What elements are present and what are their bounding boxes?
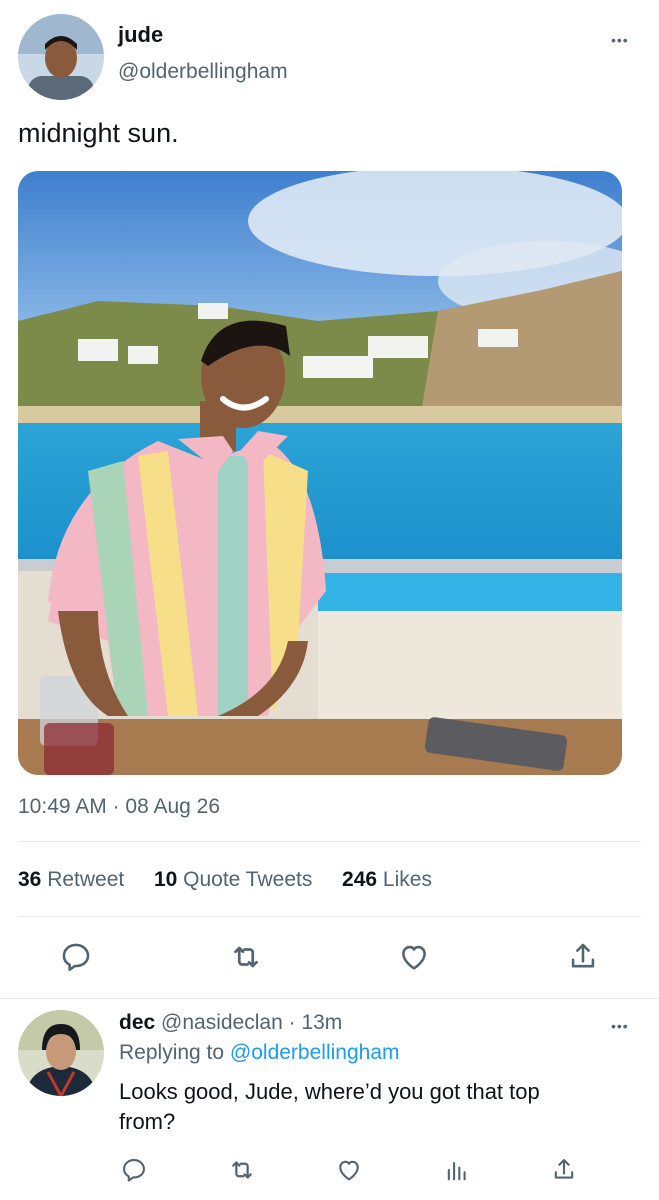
reply-time[interactable]: 13m: [301, 1011, 342, 1034]
reply-text-line: from?: [119, 1109, 176, 1134]
quotes-label: Quote Tweets: [183, 868, 313, 891]
tweet-photo[interactable]: [18, 171, 622, 775]
meta-separator: ·: [112, 795, 120, 818]
replying-to-handle[interactable]: @olderbellingham: [230, 1041, 400, 1064]
author-avatar[interactable]: [18, 14, 104, 100]
reply-author-avatar[interactable]: [18, 1010, 104, 1096]
tweet-text: midnight sun.: [18, 118, 179, 148]
divider: [18, 841, 641, 842]
tweet-date: 08 Aug 26: [125, 795, 221, 818]
likes-stat[interactable]: 246 Likes: [342, 868, 432, 891]
reply-text-line: Looks good, Jude, where’d you got that t…: [119, 1079, 540, 1104]
share-icon[interactable]: [542, 1148, 586, 1192]
share-icon[interactable]: [561, 935, 605, 979]
meta-separator: ·: [288, 1011, 296, 1034]
quotes-count: 10: [153, 868, 178, 891]
retweets-label: Retweet: [47, 868, 125, 891]
likes-count: 246: [342, 868, 378, 891]
tweet-timestamp[interactable]: 10:49 AM · 08 Aug 26: [18, 795, 220, 819]
tweet-stats: 36 Retweet 10 Quote Tweets 246 Likes: [18, 868, 432, 892]
reply-author-name[interactable]: dec: [119, 1011, 155, 1034]
likes-label: Likes: [382, 868, 432, 891]
author-handle[interactable]: @olderbellingham: [118, 60, 288, 84]
like-icon[interactable]: [327, 1148, 371, 1192]
reply-icon[interactable]: [54, 935, 98, 979]
divider: [18, 916, 641, 917]
retweets-count: 36: [18, 868, 42, 891]
replying-to: Replying to @olderbellingham: [119, 1041, 400, 1065]
reply-author-handle[interactable]: @nasideclan: [161, 1011, 283, 1034]
author-name[interactable]: jude: [118, 22, 163, 48]
reply-icon[interactable]: [112, 1148, 156, 1192]
retweet-icon[interactable]: [220, 1148, 264, 1192]
divider: [0, 998, 659, 999]
tweet-time: 10:49 AM: [18, 795, 107, 818]
reply-header: dec @nasideclan · 13m: [119, 1011, 342, 1035]
quotes-stat[interactable]: 10 Quote Tweets: [154, 868, 312, 891]
retweets-stat[interactable]: 36 Retweet: [18, 868, 124, 891]
analytics-icon[interactable]: [435, 1148, 479, 1192]
like-icon[interactable]: [392, 935, 436, 979]
retweet-icon[interactable]: [224, 935, 268, 979]
more-options-icon[interactable]: •••: [611, 32, 629, 48]
more-options-icon[interactable]: •••: [611, 1018, 629, 1034]
reply-text: Looks good, Jude, where’d you got that t…: [119, 1077, 639, 1137]
replying-to-label: Replying to: [119, 1041, 225, 1064]
